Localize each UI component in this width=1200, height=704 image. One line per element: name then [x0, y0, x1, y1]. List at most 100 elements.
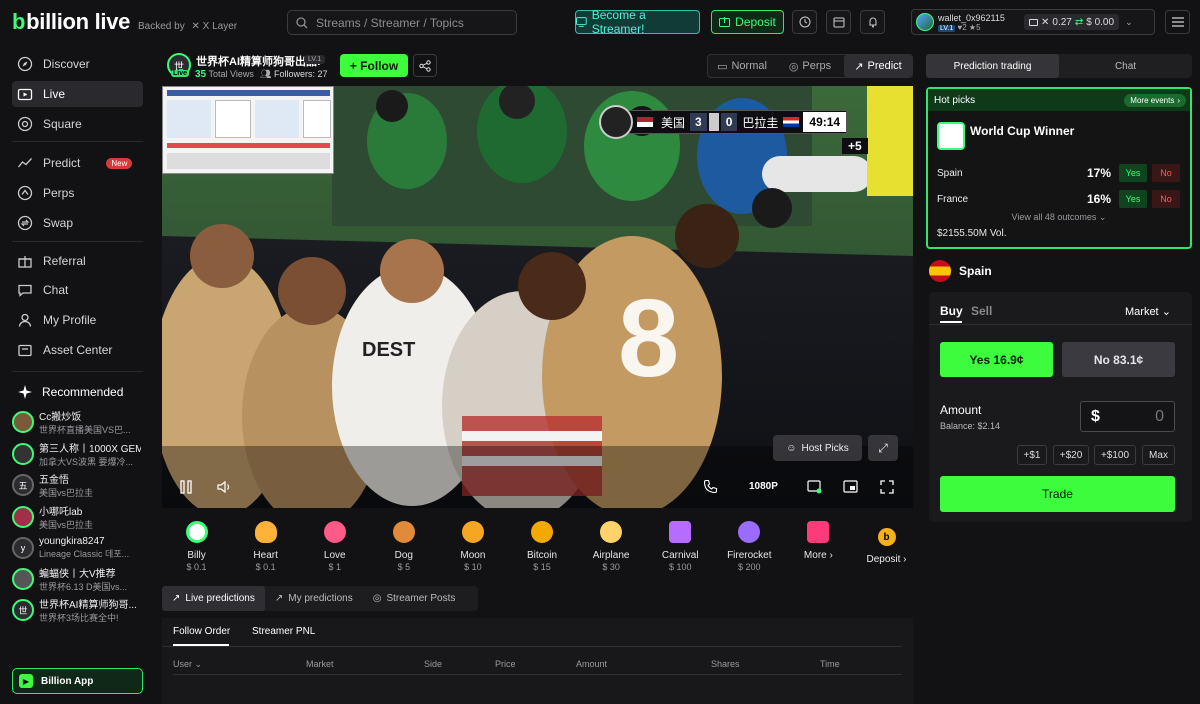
menu-button[interactable] [1165, 10, 1190, 34]
top-bar: b billion live Backed by ✕ X Layer Stream… [0, 0, 1200, 44]
trade-button[interactable]: Trade [940, 476, 1175, 512]
buy-yes-button[interactable]: Yes 16.9¢ [940, 342, 1053, 377]
predictions-tabs: ↗ Live predictions ↗ My predictions ◎ Strea… [162, 586, 478, 611]
no-france-button[interactable]: No [1152, 190, 1180, 208]
search-input[interactable]: Streams / Streamer / Topics [287, 10, 517, 35]
tab-sell[interactable]: Sell [971, 304, 992, 318]
tab-buy[interactable]: Buy [940, 304, 963, 318]
tab-predict[interactable]: ↗ Predict [844, 55, 912, 77]
billion-app-button[interactable]: ▶ Billion App [12, 668, 143, 694]
sidebar-item-square[interactable]: Square [12, 111, 143, 137]
chat-overlay-button[interactable] [807, 480, 822, 494]
tab-perps[interactable]: ◎ Perps [776, 55, 844, 77]
deposit-button[interactable]: Deposit [711, 10, 784, 34]
gift-heart[interactable]: Heart $ 0.1 [231, 515, 300, 575]
tab-normal[interactable]: ▭ Normal [708, 55, 776, 77]
billion-live-logo[interactable]: b billion live [12, 9, 130, 35]
sidebar-item-referral[interactable]: Referral [12, 248, 143, 274]
sidebar-item-asset-center[interactable]: Asset Center [12, 337, 143, 363]
swap-icon [17, 215, 33, 231]
tab-chat[interactable]: Chat [1059, 54, 1192, 78]
gift-moon[interactable]: Moon $ 10 [438, 515, 507, 575]
quick-max[interactable]: Max [1142, 445, 1175, 465]
col-market: Market [306, 659, 334, 669]
view-all-outcomes[interactable]: View all 48 outcomes ⌄ [928, 212, 1190, 223]
tab-prediction-trading[interactable]: Prediction trading [926, 54, 1059, 78]
sidebar-item-perps[interactable]: Perps [12, 180, 143, 206]
window-icon: ▭ [717, 60, 728, 73]
fullscreen-button[interactable] [880, 480, 894, 494]
hot-picks-card: Hot picks More events › World Cup Winner… [926, 87, 1192, 249]
col-user[interactable]: User ⌄ [173, 659, 202, 670]
gift-love[interactable]: Love $ 1 [300, 515, 369, 575]
wallet-balance-chip[interactable]: ✕ 0.27 ⇄ $ 0.00 [1024, 14, 1120, 30]
logo-text: billion live [26, 9, 131, 34]
order-type-select[interactable]: Market ⌄ [1125, 305, 1171, 318]
recommended-item[interactable]: 世 世界杯AI精算师狗哥... 世界杯3场比赛全中! [12, 597, 147, 623]
sidebar-item-predict[interactable]: Predict New [12, 150, 143, 176]
buy-no-button[interactable]: No 83.1¢ [1062, 342, 1175, 377]
pip-button[interactable] [843, 480, 858, 494]
recommended-item[interactable]: 蝙蝠侠丨大V推荐 世界杯6.13 D美国vs... [12, 566, 147, 592]
expand-picks-button[interactable]: ⤢ [868, 435, 898, 461]
sidebar-divider [12, 141, 143, 142]
love-gift-icon [323, 521, 346, 543]
gift-dog[interactable]: Dog $ 5 [369, 515, 438, 575]
logo-b-icon: b [12, 9, 26, 34]
yes-spain-button[interactable]: Yes [1119, 164, 1147, 182]
world-cup-icon [937, 122, 965, 150]
gift-billy[interactable]: Billy $ 0.1 [162, 515, 231, 575]
gift-firerocket[interactable]: Firerocket $ 200 [715, 515, 784, 575]
gift-bitcoin[interactable]: Bitcoin $ 15 [507, 515, 576, 575]
gift-carnival[interactable]: Carnival $ 100 [646, 515, 715, 575]
avatar [12, 568, 34, 590]
recommended-item[interactable]: 第三人称丨1000X GEM 加拿大VS波黑 要爆冷... [12, 441, 147, 467]
quick-add-20[interactable]: +$20 [1053, 445, 1089, 465]
sidebar-item-live[interactable]: Live [12, 81, 143, 107]
recommended-item[interactable]: y youngkira8247 Lineage Classic 데포... [12, 535, 147, 561]
quick-add-100[interactable]: +$100 [1094, 445, 1136, 465]
recommended-item[interactable]: 五 五金悟 美国vs巴拉圭 [12, 472, 147, 498]
call-button[interactable] [703, 479, 718, 494]
volume-button[interactable] [217, 480, 233, 494]
calendar-button[interactable] [826, 10, 851, 34]
sidebar-item-chat[interactable]: Chat [12, 277, 143, 303]
recommended-item[interactable]: Cc搬炒饭 世界杯直播美国VS巴... [12, 409, 147, 435]
gift-more[interactable]: More › [784, 515, 853, 575]
subtab-follow-order[interactable]: Follow Order [173, 626, 230, 637]
yes-france-button[interactable]: Yes [1119, 190, 1147, 208]
inset-table-b [255, 100, 299, 138]
no-spain-button[interactable]: No [1152, 164, 1180, 182]
notifications-button[interactable] [860, 10, 885, 34]
become-streamer-button[interactable]: Become a Streamer! [575, 8, 700, 36]
follow-button[interactable]: + Follow [340, 54, 408, 77]
gift-airplane[interactable]: Airplane $ 30 [577, 515, 646, 575]
buy-underline [940, 321, 962, 323]
history-button[interactable] [792, 10, 817, 34]
more-events-button[interactable]: More events › [1124, 93, 1186, 107]
tab-live-predictions[interactable]: ↗ Live predictions [162, 586, 265, 611]
quality-selector[interactable]: 1080P [749, 481, 778, 492]
sidebar-item-swap[interactable]: Swap [12, 210, 143, 236]
subtab-streamer-pnl[interactable]: Streamer PNL [252, 626, 315, 637]
subtab-divider [162, 646, 902, 647]
wallet-dropdown[interactable]: wallet_0x962115 LV.1 ♥2 ★5 ✕ 0.27 ⇄ $ 0.… [911, 9, 1155, 35]
video-player[interactable]: 8 DEST 美国 3 0 巴拉圭 49:14 +5 ☺ Host Picks … [162, 86, 913, 508]
deposit-gift-button[interactable]: b Deposit › [860, 515, 913, 575]
sidebar-divider [12, 241, 143, 242]
amount-input[interactable]: $ 0 [1080, 401, 1175, 432]
home-team: 美国 [661, 115, 686, 130]
trend-icon: ↗ [854, 60, 864, 73]
sidebar-item-my-profile[interactable]: My Profile [12, 307, 143, 333]
trend-icon: ↗ [172, 593, 181, 604]
host-picks-button[interactable]: ☺ Host Picks [773, 435, 862, 461]
dog-gift-icon [392, 521, 415, 543]
share-button[interactable] [413, 54, 437, 77]
recommended-item[interactable]: 小哪吒lab 美国vs巴拉圭 [12, 504, 147, 530]
sidebar-item-discover[interactable]: Discover [12, 51, 143, 77]
tv-icon [17, 88, 33, 101]
pause-button[interactable] [180, 480, 192, 494]
tab-my-predictions[interactable]: ↗ My predictions [265, 586, 363, 611]
tab-streamer-posts[interactable]: ◎ Streamer Posts [363, 586, 466, 611]
quick-add-1[interactable]: +$1 [1017, 445, 1047, 465]
